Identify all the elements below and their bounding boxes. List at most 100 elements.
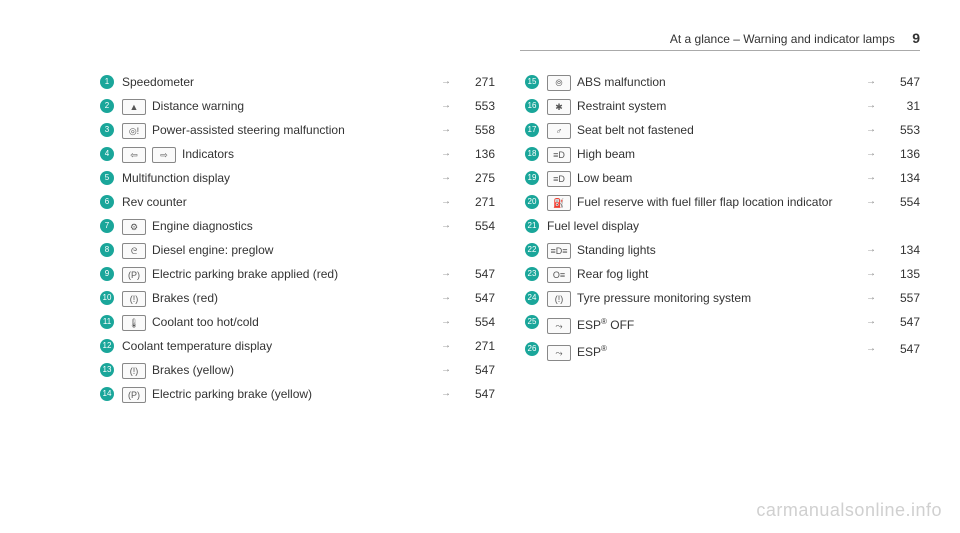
indicator-right-icon: ⇨ — [152, 147, 176, 163]
item-label-wrap: ♂ Seat belt not fastened — [547, 121, 856, 139]
item-label-wrap: Fuel level display — [547, 217, 856, 235]
distance-warning-icon: ▲ — [122, 99, 146, 115]
item-label: Restraint system — [577, 99, 666, 113]
item-label-wrap: (P)Electric parking brake applied (red) — [122, 265, 431, 283]
item-label-wrap: (!)Brakes (yellow) — [122, 361, 431, 379]
page-ref-arrow-icon: → — [862, 97, 880, 115]
page-ref-arrow-icon: → — [437, 385, 455, 403]
indicator-left-icon: ⇦ — [122, 147, 146, 163]
page-ref: 134 — [880, 241, 920, 259]
page-ref-arrow-icon: → — [437, 313, 455, 331]
page-ref-arrow-icon: → — [437, 265, 455, 283]
list-item: 18≡DHigh beam→136 — [525, 142, 920, 166]
page-ref-arrow-icon: → — [437, 169, 455, 187]
list-item: 5Multifunction display→275 — [100, 166, 495, 190]
item-marker: 20 — [525, 195, 539, 209]
item-marker: 2 — [100, 99, 114, 113]
esp-icon: ⤳ — [547, 345, 571, 361]
item-marker: 9 — [100, 267, 114, 281]
list-item: 11🌡Coolant too hot/cold→554 — [100, 310, 495, 334]
item-label-wrap: ⤳ESP® OFF — [547, 313, 856, 334]
item-label: ESP® — [577, 345, 607, 359]
item-label: Electric parking brake applied (red) — [152, 267, 338, 281]
coolant-icon: 🌡 — [122, 315, 146, 331]
page-ref-arrow-icon: → — [862, 121, 880, 139]
list-item: 1 Speedometer →271 — [100, 70, 495, 94]
item-marker: 4 — [100, 147, 114, 161]
item-label: Coolant too hot/cold — [152, 315, 259, 329]
item-label-wrap: ◎! Power-assisted steering malfunction — [122, 121, 431, 139]
page-ref-arrow-icon: → — [862, 241, 880, 259]
item-label: Seat belt not fastened — [577, 123, 694, 137]
item-label: Coolant temperature display — [122, 339, 272, 353]
page-ref: 271 — [455, 73, 495, 91]
item-label-wrap: (P)Electric parking brake (yellow) — [122, 385, 431, 403]
item-marker: 14 — [100, 387, 114, 401]
left-column: 1Speedometer→2712▲Distance warning→5533◎… — [100, 70, 495, 406]
list-item: 15⦾ABS malfunction→547 — [525, 70, 920, 94]
page-ref: 554 — [455, 217, 495, 235]
preglow-icon: ᘓ — [122, 243, 146, 259]
page-ref-arrow-icon: → — [437, 97, 455, 115]
item-marker: 1 — [100, 75, 114, 89]
page-ref-arrow-icon: → — [437, 145, 455, 163]
page-ref: 547 — [455, 361, 495, 379]
item-label-wrap: Multifunction display — [122, 169, 431, 187]
esp-off-icon: ⤳ — [547, 318, 571, 334]
engine-icon: ⚙ — [122, 219, 146, 235]
seatbelt-icon: ♂ — [547, 123, 571, 139]
list-item: 9 (P)Electric parking brake applied (red)… — [100, 262, 495, 286]
item-label: Diesel engine: preglow — [152, 243, 273, 257]
item-marker: 21 — [525, 219, 539, 233]
page-ref-arrow-icon: → — [862, 73, 880, 91]
page-ref: 553 — [455, 97, 495, 115]
section-title: At a glance – Warning and indicator lamp… — [670, 32, 895, 46]
item-label: Fuel level display — [547, 219, 639, 233]
item-label-wrap: ≡D≡ Standing lights — [547, 241, 856, 259]
item-label-wrap: Rev counter — [122, 193, 431, 211]
page-ref-arrow-icon: → — [437, 337, 455, 355]
list-item: 10(!)Brakes (red)→547 — [100, 286, 495, 310]
item-label: Standing lights — [577, 243, 656, 257]
item-label-wrap: ᘓ Diesel engine: preglow — [122, 241, 431, 259]
page-ref-arrow-icon: → — [437, 361, 455, 379]
item-label-wrap: (!)Tyre pressure monitoring system — [547, 289, 856, 307]
item-marker: 10 — [100, 291, 114, 305]
list-item: 8ᘓDiesel engine: preglow — [100, 238, 495, 262]
list-item: 6Rev counter→271 — [100, 190, 495, 214]
watermark: carmanualsonline.info — [756, 500, 942, 521]
page-ref: 547 — [455, 385, 495, 403]
list-item: 14 (P)Electric parking brake (yellow) →547 — [100, 382, 495, 406]
item-marker: 13 — [100, 363, 114, 377]
standing-lights-icon: ≡D≡ — [547, 243, 571, 259]
page-ref: 271 — [455, 337, 495, 355]
page-ref-arrow-icon: → — [437, 73, 455, 91]
page-ref: 271 — [455, 193, 495, 211]
item-marker: 3 — [100, 123, 114, 137]
item-label: ABS malfunction — [577, 75, 666, 89]
item-label: Indicators — [182, 147, 234, 161]
list-item: 25⤳ESP® OFF→547 — [525, 310, 920, 337]
page-ref: 134 — [880, 169, 920, 187]
item-label: Power-assisted steering malfunction — [152, 123, 345, 137]
parking-brake-yellow-icon: (P) — [122, 387, 146, 403]
page-ref-arrow-icon: → — [862, 145, 880, 163]
item-label: Speedometer — [122, 75, 194, 89]
item-label: Distance warning — [152, 99, 244, 113]
right-column: 15⦾ABS malfunction→54716✱Restraint syste… — [525, 70, 920, 406]
item-label-wrap: O≡Rear fog light — [547, 265, 856, 283]
list-item: 26⤳ESP®→547 — [525, 337, 920, 364]
item-label-wrap: ≡DLow beam — [547, 169, 856, 187]
item-label-wrap: 🌡 Coolant too hot/cold — [122, 313, 431, 331]
item-label: High beam — [577, 147, 635, 161]
page-ref: 547 — [880, 340, 920, 358]
item-marker: 24 — [525, 291, 539, 305]
list-item: 2 ▲ Distance warning →553 — [100, 94, 495, 118]
item-label-wrap: ⛽Fuel reserve with fuel filler flap loca… — [547, 193, 856, 211]
item-label-wrap: Speedometer — [122, 73, 431, 91]
item-marker: 16 — [525, 99, 539, 113]
item-marker: 11 — [100, 315, 114, 329]
steering-icon: ◎! — [122, 123, 146, 139]
page-ref: 31 — [880, 97, 920, 115]
item-label-wrap: ✱Restraint system — [547, 97, 856, 115]
